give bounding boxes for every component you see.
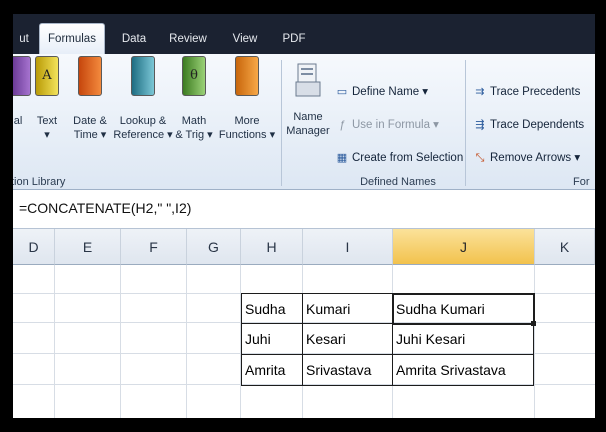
remove-arrows-button[interactable]: ⤡ Remove Arrows ▾ [473,150,581,166]
column-header-h[interactable]: H [241,229,303,265]
grid-icon: ▦ [336,152,348,164]
define-name-button[interactable]: ▭ Define Name ▾ [335,84,428,100]
cell-i2[interactable]: Kumari [303,295,392,324]
tab-review[interactable]: Review [163,26,213,52]
excel-window: ut Formulas Data Review View PDF al A Te… [13,14,595,418]
tag-icon: ▭ [336,86,348,98]
column-header-d[interactable]: D [13,229,55,265]
ribbon-tab-bar: ut Formulas Data Review View PDF [13,14,595,54]
tab-data[interactable]: Data [113,26,155,52]
column-header-i[interactable]: I [303,229,393,265]
cell-j3[interactable]: Juhi Kesari [393,325,534,354]
text-function-button[interactable]: A Text ▾ [33,56,61,142]
theta-book-icon: θ [182,56,206,96]
date-time-sub: Time ▾ [73,129,107,141]
name-manager-button[interactable]: Name Manager [283,56,333,138]
defined-names-group-label: Defined Names [360,176,436,188]
letter-a-glyph: A [42,68,52,83]
group-separator [465,60,466,186]
create-from-selection-button[interactable]: ▦ Create from Selection [335,150,463,166]
trace-precedents-button[interactable]: ⇉ Trace Precedents [473,84,580,100]
column-header-f[interactable]: F [121,229,187,265]
name-manager-line1: Name [293,111,323,123]
column-header-g[interactable]: G [187,229,241,265]
gridline [534,265,535,418]
magnifier-book-icon [131,56,155,96]
cell-h4[interactable]: Amrita [242,356,302,385]
calendar-book-icon [78,56,102,96]
active-cell-selection [392,293,535,325]
more-functions-button[interactable]: More Functions ▾ [215,56,279,142]
text-label: Text [36,115,58,127]
math-trig-button[interactable]: θ Math & Trig ▾ [171,56,217,142]
column-header-k[interactable]: K [535,229,595,265]
formula-bar[interactable]: =CONCATENATE(H2," ",I2) [13,191,595,229]
trace-dependents-button[interactable]: ⇶ Trace Dependents [473,117,584,133]
tab-formulas[interactable]: Formulas [39,23,105,54]
gridline [120,265,121,418]
cell-i3[interactable]: Kesari [303,325,392,354]
column-header-e[interactable]: E [55,229,121,265]
cell-i4[interactable]: Srivastava [303,356,392,385]
more-label: More [234,115,260,127]
remove-arrows-icon: ⤡ [475,152,485,164]
fx-icon: ƒ [338,119,346,131]
more-sub: Functions ▾ [218,129,276,141]
lookup-label: Lookup & [119,115,167,127]
text-book-icon: A [35,56,59,96]
formula-text[interactable]: =CONCATENATE(H2," ",I2) [19,200,191,216]
date-time-button[interactable]: Date & Time ▾ [67,56,113,142]
date-time-label: Date & [73,115,107,127]
theta-glyph: θ [190,68,198,83]
tab-view[interactable]: View [223,26,267,52]
trace-dependents-label: Trace Dependents [490,119,585,131]
tab-pdf[interactable]: PDF [275,26,313,52]
cell-h2[interactable]: Sudha [242,295,302,324]
logical-button[interactable]: al [13,56,31,128]
column-header-j[interactable]: J [393,229,535,265]
trace-precedents-icon: ⇉ [475,86,485,98]
book-icon [13,56,31,96]
stacked-books-icon [235,56,259,96]
use-in-formula-label: Use in Formula ▾ [352,119,439,131]
define-name-label: Define Name ▾ [352,86,429,98]
fill-handle[interactable] [531,321,536,326]
lookup-reference-button[interactable]: Lookup & Reference ▾ [111,56,175,142]
math-label: Math [181,115,207,127]
trace-precedents-label: Trace Precedents [490,86,581,98]
gridline [186,265,187,418]
formula-auditing-group-label: For [573,176,590,188]
trace-dependents-icon: ⇶ [475,119,485,131]
use-in-formula-button[interactable]: ƒ Use in Formula ▾ [335,117,439,133]
remove-arrows-label: Remove Arrows ▾ [490,152,581,164]
function-library-group-label: tion Library [13,176,66,188]
row-border [241,354,534,355]
text-dropdown-arrow: ▾ [44,129,50,141]
ribbon: al A Text ▾ Date & Time ▾ Lookup & Refer… [13,54,595,190]
cell-h3[interactable]: Juhi [242,325,302,354]
logical-label: al [13,115,23,127]
lookup-sub: Reference ▾ [113,129,173,141]
group-separator [281,60,282,186]
name-manager-icon [294,62,322,98]
cell-j4[interactable]: Amrita Srivastava [393,356,534,385]
name-manager-line2: Manager [286,125,330,137]
gridline [54,265,55,418]
math-sub: & Trig ▾ [175,129,213,141]
tab-layout[interactable]: ut [13,26,35,52]
create-from-selection-label: Create from Selection [352,152,464,164]
